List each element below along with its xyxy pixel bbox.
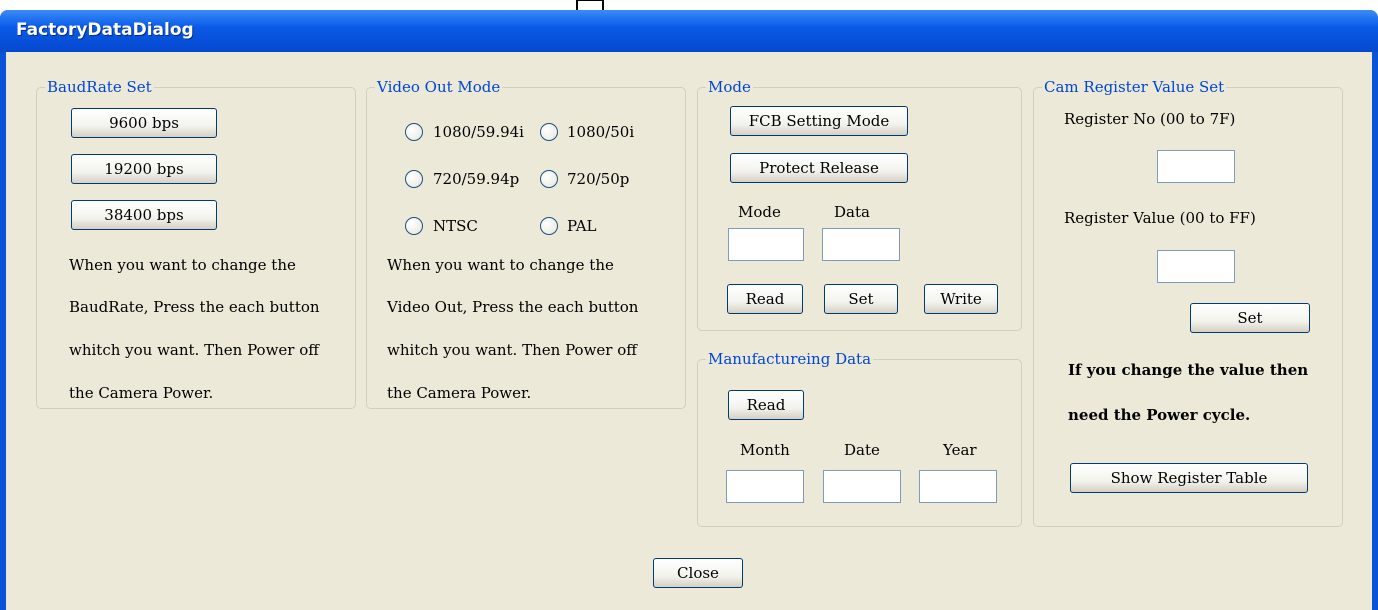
mode-write-button[interactable]: Write <box>924 284 998 314</box>
show-register-table-button[interactable]: Show Register Table <box>1070 463 1308 493</box>
month-input[interactable] <box>726 470 804 503</box>
factory-data-dialog: FactoryDataDialog BaudRate Set 9600 bps … <box>0 10 1378 610</box>
radio-1080-5994i[interactable] <box>405 123 423 141</box>
dialog-client-area: BaudRate Set 9600 bps 19200 bps 38400 bp… <box>6 52 1372 610</box>
protect-release-button[interactable]: Protect Release <box>730 153 908 183</box>
videoout-group: Video Out Mode 1080/59.94i 1080/50i 720/… <box>366 78 686 409</box>
data-field-label: Data <box>834 203 870 221</box>
mode-input[interactable] <box>728 228 804 261</box>
videoout-legend: Video Out Mode <box>375 78 503 96</box>
mode-legend: Mode <box>706 78 753 96</box>
baudrate-help-line-2: BaudRate, Press the each button <box>69 298 320 316</box>
register-value-input[interactable] <box>1157 250 1235 283</box>
date-label: Date <box>844 441 880 459</box>
radio-label-720-5994p: 720/59.94p <box>433 170 520 188</box>
register-set-button[interactable]: Set <box>1190 303 1310 333</box>
power-cycle-note-line-2: need the Power cycle. <box>1068 406 1251 424</box>
baudrate-group: BaudRate Set 9600 bps 19200 bps 38400 bp… <box>36 78 356 409</box>
date-input[interactable] <box>823 470 901 503</box>
manufacturing-read-button[interactable]: Read <box>728 390 804 420</box>
baud-38400-button[interactable]: 38400 bps <box>71 200 217 230</box>
mode-group: Mode FCB Setting Mode Protect Release Mo… <box>697 78 1022 331</box>
baud-9600-button[interactable]: 9600 bps <box>71 108 217 138</box>
data-input[interactable] <box>822 228 900 261</box>
cam-register-legend: Cam Register Value Set <box>1042 78 1227 96</box>
title-bar[interactable]: FactoryDataDialog <box>0 10 1378 52</box>
radio-label-ntsc: NTSC <box>433 217 478 235</box>
radio-label-720-50p: 720/50p <box>567 170 630 188</box>
month-label: Month <box>740 441 790 459</box>
radio-label-1080-5994i: 1080/59.94i <box>433 123 524 141</box>
manufacturing-legend: Manufactureing Data <box>706 350 874 368</box>
baudrate-help-line-3: whitch you want. Then Power off <box>69 341 319 359</box>
register-no-label: Register No (00 to 7F) <box>1064 110 1236 128</box>
mode-read-button[interactable]: Read <box>727 284 803 314</box>
cam-register-group: Cam Register Value Set Register No (00 t… <box>1033 78 1343 527</box>
radio-pal[interactable] <box>540 217 558 235</box>
year-label: Year <box>943 441 977 459</box>
manufacturing-group: Manufactureing Data Read Month Date Year <box>697 350 1022 527</box>
radio-label-pal: PAL <box>567 217 597 235</box>
baudrate-help-line-4: the Camera Power. <box>69 384 214 402</box>
mode-set-button[interactable]: Set <box>824 284 898 314</box>
videoout-help-line-4: the Camera Power. <box>387 384 532 402</box>
baudrate-legend: BaudRate Set <box>45 78 154 96</box>
power-cycle-note-line-1: If you change the value then <box>1068 361 1309 379</box>
close-button[interactable]: Close <box>653 558 743 588</box>
baudrate-help-line-1: When you want to change the <box>69 256 296 274</box>
radio-720-5994p[interactable] <box>405 170 423 188</box>
mode-field-label: Mode <box>738 203 781 221</box>
radio-720-50p[interactable] <box>540 170 558 188</box>
radio-label-1080-50i: 1080/50i <box>567 123 635 141</box>
register-no-input[interactable] <box>1157 150 1235 183</box>
fcb-setting-mode-button[interactable]: FCB Setting Mode <box>730 106 908 136</box>
videoout-help-line-2: Video Out, Press the each button <box>387 298 639 316</box>
year-input[interactable] <box>919 470 997 503</box>
videoout-help-line-3: whitch you want. Then Power off <box>387 341 637 359</box>
videoout-help-line-1: When you want to change the <box>387 256 614 274</box>
window-title: FactoryDataDialog <box>16 20 194 40</box>
radio-ntsc[interactable] <box>405 217 423 235</box>
baud-19200-button[interactable]: 19200 bps <box>71 154 217 184</box>
radio-1080-50i[interactable] <box>540 123 558 141</box>
register-value-label: Register Value (00 to FF) <box>1064 209 1256 227</box>
